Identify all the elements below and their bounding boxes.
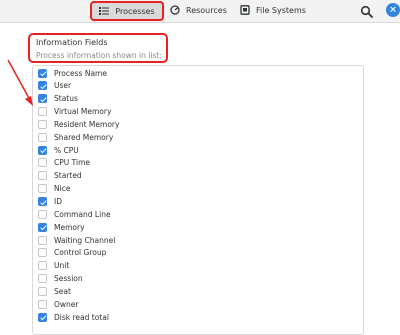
- annotation-arrow-icon: [7, 59, 33, 106]
